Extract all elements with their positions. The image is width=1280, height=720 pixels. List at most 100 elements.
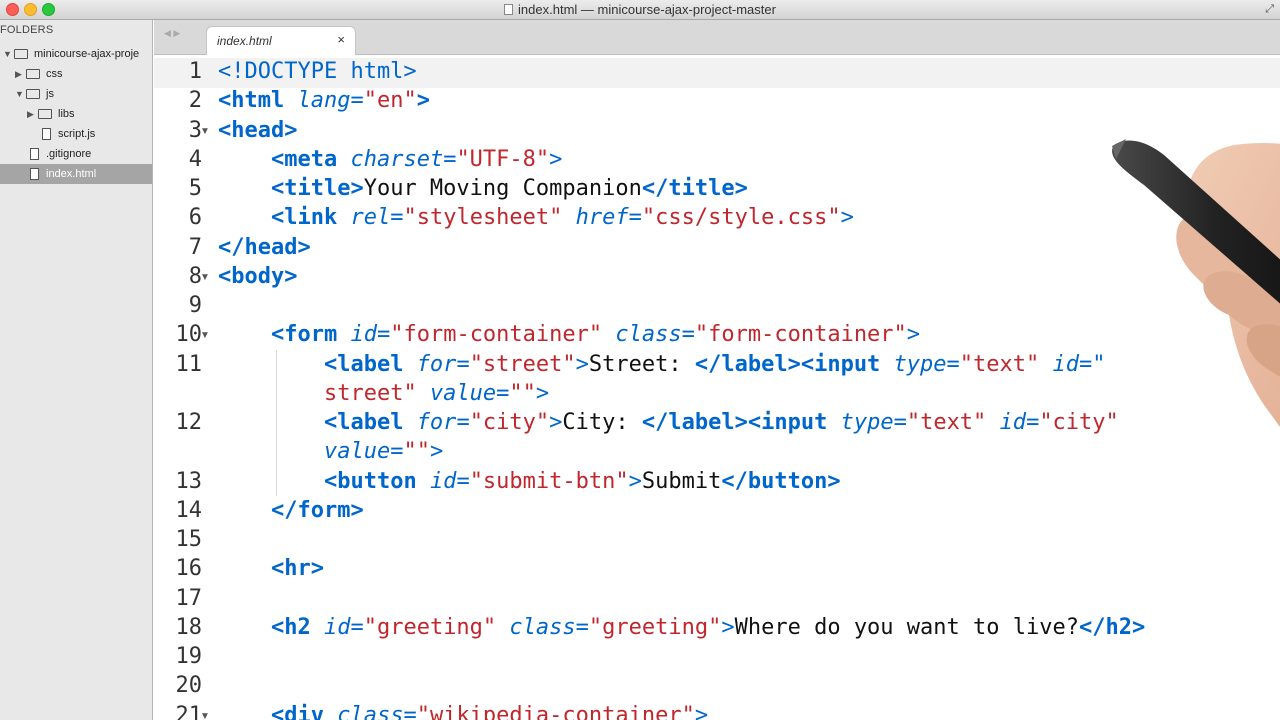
line-number: 5 bbox=[188, 176, 202, 201]
tab-index-html[interactable]: index.html × bbox=[206, 26, 356, 55]
code-token: > bbox=[429, 439, 444, 465]
code-token: > bbox=[549, 410, 563, 435]
line-number: 2 bbox=[188, 88, 202, 114]
code-token: <meta bbox=[270, 146, 351, 172]
code-token: Submit bbox=[641, 468, 722, 494]
code-token: value bbox=[323, 439, 391, 465]
line-number: 20 bbox=[175, 673, 203, 699]
code-token: = bbox=[390, 205, 404, 231]
sidebar-item-js[interactable]: ▼ js bbox=[0, 84, 152, 104]
code-token: > bbox=[549, 146, 563, 172]
line-number: 6 bbox=[188, 205, 202, 231]
code-token: for bbox=[416, 410, 457, 435]
code-token: id bbox=[999, 410, 1027, 435]
code-token: "submit-btn" bbox=[469, 468, 629, 494]
fullscreen-icon[interactable]: ⤢ bbox=[1265, 3, 1274, 16]
code-token: <!DOCTYPE html> bbox=[218, 59, 417, 84]
code-token: <head> bbox=[218, 117, 298, 143]
code-line: <title>Your Moving Companion</title> bbox=[218, 174, 748, 203]
code-token: > bbox=[840, 205, 854, 231]
fold-toggle-icon[interactable]: ▼ bbox=[200, 701, 210, 720]
line-number: 1 bbox=[188, 59, 202, 84]
tab-scroll-arrows-icon[interactable]: ◀ ▶ bbox=[164, 28, 180, 39]
code-token: = bbox=[376, 322, 391, 348]
close-icon[interactable]: × bbox=[337, 32, 345, 47]
window-titlebar: index.html — minicourse-ajax-project-mas… bbox=[0, 0, 1280, 20]
code-line: </head> bbox=[218, 233, 311, 262]
code-token: > bbox=[721, 614, 735, 640]
code-token: = bbox=[350, 614, 364, 640]
code-token: "form-container" bbox=[694, 322, 907, 348]
folder-icon bbox=[38, 109, 52, 119]
code-token: "" bbox=[509, 380, 536, 406]
code-token: "css/style.css" bbox=[641, 205, 841, 231]
code-token: "en" bbox=[363, 88, 417, 114]
folder-icon bbox=[14, 49, 28, 59]
code-token: "city" bbox=[469, 410, 550, 435]
sidebar-item-gitignore[interactable]: .gitignore bbox=[0, 144, 152, 164]
sidebar: FOLDERS ▼ minicourse-ajax-proje ▶ css ▼ js ▶ li… bbox=[0, 20, 153, 720]
code-token: </form> bbox=[270, 497, 364, 523]
fold-toggle-icon[interactable]: ▼ bbox=[200, 116, 210, 145]
sidebar-item-minicourse-ajax-proje[interactable]: ▼ minicourse-ajax-proje bbox=[0, 44, 152, 64]
code-line: <div class="wikipedia-container"> bbox=[218, 701, 708, 720]
code-token: > bbox=[416, 88, 430, 114]
line-number: 15 bbox=[175, 527, 203, 552]
code-token: = bbox=[456, 410, 470, 435]
code-token: = bbox=[681, 322, 695, 348]
code-token: = bbox=[403, 702, 417, 720]
file-icon bbox=[42, 128, 51, 140]
window-title: index.html — minicourse-ajax-project-mas… bbox=[518, 2, 776, 17]
sidebar-item-label: css bbox=[46, 68, 63, 80]
code-token: <html bbox=[218, 88, 298, 114]
sidebar-item-label: minicourse-ajax-proje bbox=[34, 48, 140, 60]
disclosure-triangle-icon[interactable]: ▶ bbox=[27, 104, 34, 124]
fold-toggle-icon[interactable]: ▼ bbox=[200, 320, 210, 349]
code-token: > bbox=[575, 351, 589, 377]
code-token: = bbox=[456, 351, 470, 377]
code-token: class bbox=[509, 614, 576, 640]
code-token: = bbox=[496, 380, 510, 406]
code-token: <label bbox=[323, 351, 417, 377]
disclosure-triangle-icon[interactable]: ▶ bbox=[15, 64, 22, 84]
line-number: 7 bbox=[188, 234, 202, 260]
code-line: <head> bbox=[218, 116, 297, 145]
code-token: = bbox=[946, 351, 960, 377]
sidebar-item-libs[interactable]: ▶ libs bbox=[0, 104, 152, 124]
code-token: > bbox=[906, 322, 921, 348]
disclosure-triangle-icon[interactable]: ▼ bbox=[15, 84, 24, 104]
code-line: <label for="street">Street: </label><inp… bbox=[218, 350, 1106, 379]
code-token: Street: bbox=[588, 351, 695, 377]
code-line: </form> bbox=[218, 496, 364, 525]
disclosure-triangle-icon[interactable]: ▼ bbox=[3, 44, 12, 64]
code-token: "" bbox=[403, 439, 430, 465]
code-token: "greeting" bbox=[588, 614, 722, 640]
presenter-hand-with-stylus bbox=[1112, 139, 1280, 428]
code-editor[interactable]: 1 2 3 ▼ 4 5 6 7 8 ▼ 9 10 ▼ 11 12 13 14 15 16 17 18 19 20 21 ▼ <!… bbox=[154, 55, 1280, 720]
code-line: <html lang="en"> bbox=[218, 86, 430, 115]
folder-icon bbox=[26, 89, 40, 99]
code-token: = bbox=[390, 439, 404, 465]
fold-toggle-icon[interactable]: ▼ bbox=[200, 262, 210, 291]
sidebar-item-index-html[interactable]: index.html bbox=[0, 164, 152, 184]
code-token: class bbox=[337, 702, 404, 720]
sidebar-item-css[interactable]: ▶ css bbox=[0, 64, 152, 84]
line-number: 18 bbox=[175, 614, 203, 640]
sidebar-item-script-js[interactable]: script.js bbox=[0, 124, 152, 144]
code-token: <button bbox=[323, 468, 430, 494]
code-line: <h2 id="greeting" class="greeting">Where… bbox=[218, 613, 1145, 642]
folders-header: FOLDERS bbox=[0, 24, 54, 36]
code-token: = bbox=[628, 205, 642, 231]
code-token: id bbox=[350, 322, 377, 348]
code-line: street" value=""> bbox=[218, 379, 549, 408]
code-token: "wikipedia-container" bbox=[416, 702, 695, 720]
